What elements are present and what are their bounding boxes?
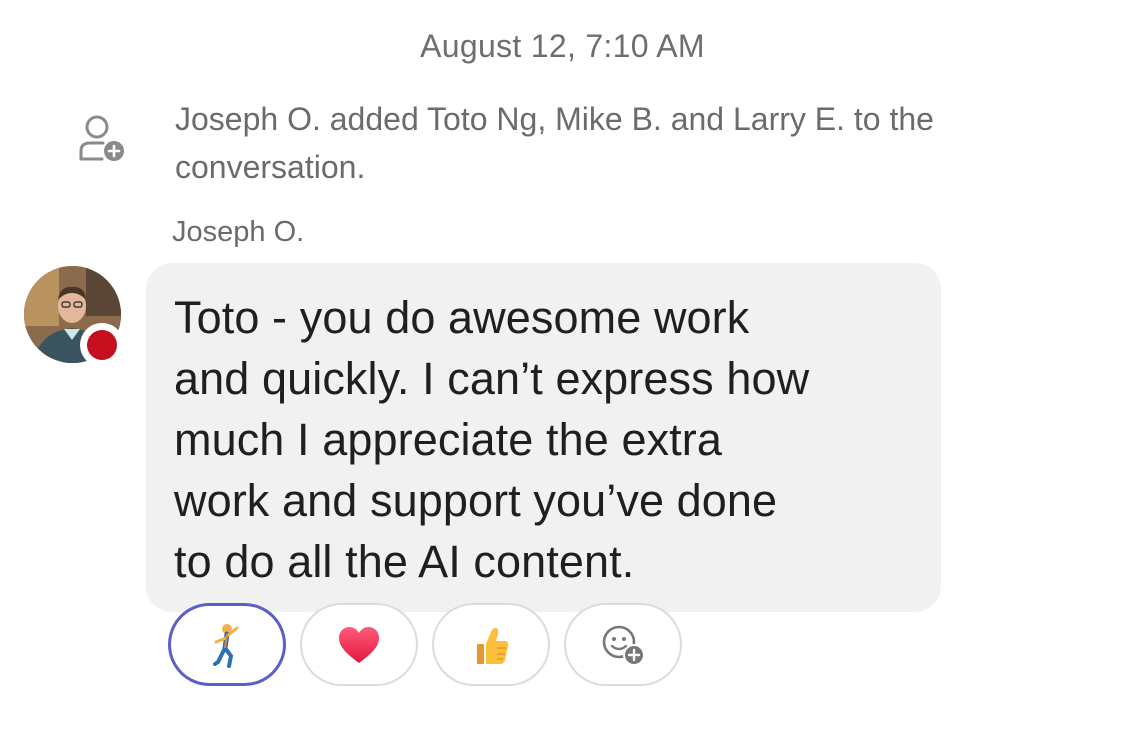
reaction-heart[interactable] bbox=[300, 603, 418, 686]
chat-view: August 12, 7:10 AM Joseph O. added Toto … bbox=[0, 0, 1125, 730]
system-message-text: Joseph O. added Toto Ng, Mike B. and Lar… bbox=[175, 101, 934, 185]
add-person-icon bbox=[79, 115, 124, 161]
system-message: Joseph O. added Toto Ng, Mike B. and Lar… bbox=[0, 95, 1125, 195]
reaction-thumbs-up[interactable] bbox=[432, 603, 550, 686]
presence-badge bbox=[80, 323, 124, 367]
presence-busy-dot bbox=[87, 330, 117, 360]
heart-icon bbox=[339, 626, 379, 663]
message-text: Toto - you do awesome work and quickly. … bbox=[174, 292, 810, 587]
dancing-person-icon bbox=[213, 623, 239, 668]
reaction-dancing[interactable] bbox=[168, 603, 286, 686]
add-reaction-button[interactable] bbox=[564, 603, 682, 686]
thumbs-up-icon bbox=[477, 627, 509, 664]
message-bubble[interactable]: Toto - you do awesome work and quickly. … bbox=[146, 263, 941, 612]
add-reaction-icon bbox=[602, 625, 645, 666]
date-header: August 12, 7:10 AM bbox=[420, 28, 705, 64]
sender-name: Joseph O. bbox=[172, 216, 305, 248]
